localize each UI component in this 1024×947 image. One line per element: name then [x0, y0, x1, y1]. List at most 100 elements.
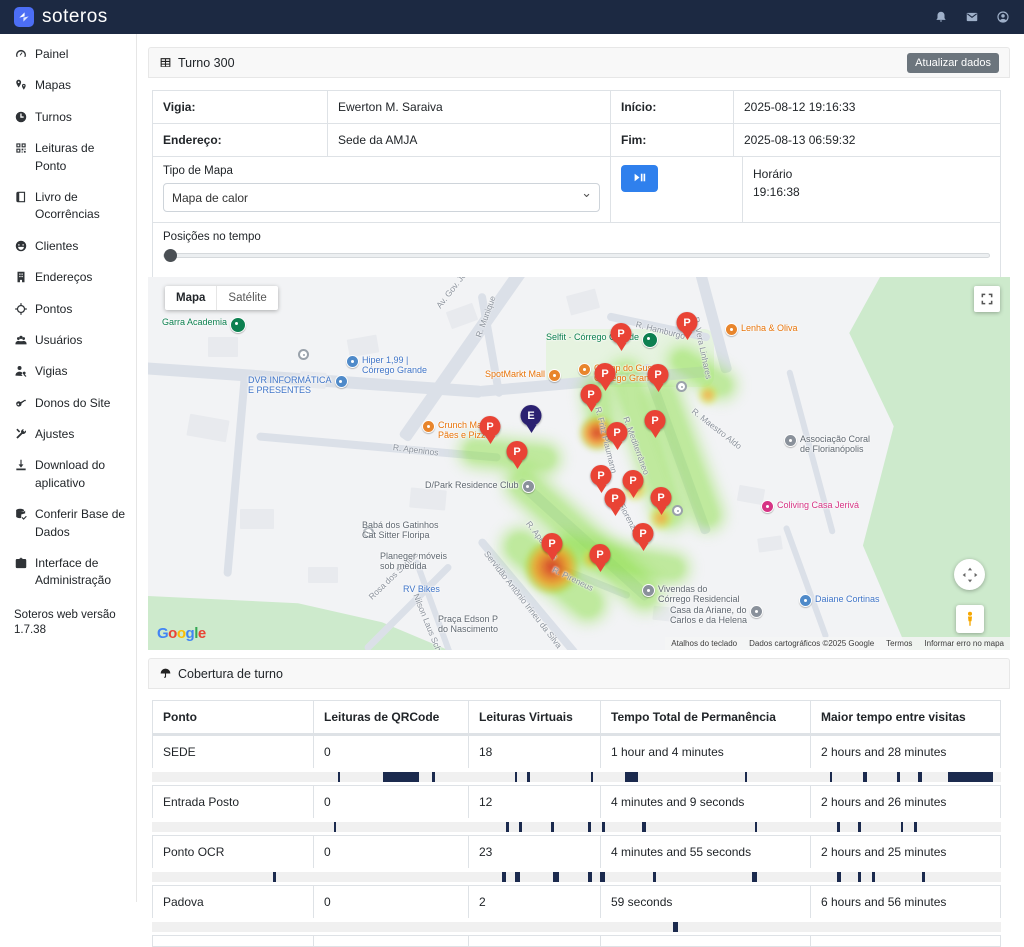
point-marker-pin[interactable]: P [605, 488, 626, 521]
poi-icon [761, 500, 774, 513]
map-poi-label[interactable]: Hiper 1,99 | Córrego Grande [346, 355, 427, 376]
sidebar-item-label: Endereços [35, 269, 92, 286]
sidebar-item-conferir[interactable]: Conferir Base de Dados [14, 506, 126, 541]
fullscreen-button[interactable] [974, 286, 1000, 312]
map-poi-label[interactable]: RV Bikes [403, 584, 440, 594]
tools-icon [14, 427, 28, 441]
satellite-button[interactable]: Satélite [216, 286, 277, 310]
notifications-bell-icon[interactable] [934, 10, 948, 24]
map-poi-label[interactable]: Lenha & Oliva [725, 323, 798, 336]
coverage-column-header: Maior tempo entre visitas [811, 701, 1000, 733]
sidebar-item-turnos[interactable]: Turnos [14, 109, 126, 126]
map-poi-label[interactable]: D/Park Residence Club [425, 480, 535, 493]
point-marker-pin[interactable]: P [507, 441, 528, 474]
pan-control[interactable] [954, 559, 985, 590]
map-poi-label[interactable]: Selfit · Córrego Grande [546, 332, 658, 348]
download-icon [14, 458, 28, 472]
map-poi-label[interactable]: Garra Academia [162, 317, 246, 333]
users-icon [14, 333, 28, 347]
point-marker-pin[interactable]: P [648, 364, 669, 397]
poi-icon [578, 363, 591, 376]
map-poi-label[interactable]: Babá dos Gatinhos Cat Sitter Floripa [362, 520, 439, 541]
play-pause-button[interactable] [621, 165, 658, 192]
coverage-cell: 12 [469, 786, 601, 818]
sidebar-item-download[interactable]: Download do aplicativo [14, 457, 126, 492]
book-icon [14, 190, 28, 204]
coverage-cell: 0 [314, 786, 469, 818]
point-marker-pin[interactable]: P [590, 544, 611, 577]
coverage-cell: 4 minutes and 55 seconds [601, 836, 811, 868]
poi-icon [784, 434, 797, 447]
sidebar-item-leituras[interactable]: Leituras de Ponto [14, 140, 126, 175]
poi-text: DVR INFORMÁTICA E PRESENTES [248, 375, 332, 396]
map-poi-label[interactable]: Praça Edson P do Nascimento [438, 614, 498, 635]
map-poi-label[interactable]: Planeger móveis sob medida [380, 551, 447, 572]
sidebar-item-interface[interactable]: Interface de Administração [14, 555, 126, 590]
map-attribution-link[interactable]: Atalhos do teclado [671, 639, 737, 648]
coverage-cell: 4 minutes and 9 seconds [601, 786, 811, 818]
poi-text: Daiane Cortinas [815, 594, 880, 604]
coverage-column-header: Leituras de QRCode [314, 701, 469, 733]
map-button[interactable]: Mapa [165, 286, 216, 310]
poi-icon [422, 420, 435, 433]
time-slider[interactable] [163, 249, 990, 262]
mail-icon[interactable] [965, 10, 979, 24]
poi-text: SpotMarkt Mall [485, 369, 545, 379]
sidebar-item-donos[interactable]: Donos do Site [14, 395, 126, 412]
gauge-icon [14, 47, 28, 61]
poi-icon [799, 594, 812, 607]
map-attribution: Atalhos do tecladoDados cartográficos ©2… [665, 637, 1010, 650]
sidebar-item-vigias[interactable]: Vigias [14, 363, 126, 380]
sidebar-item-mapas[interactable]: Mapas [14, 77, 126, 94]
point-marker-pin[interactable]: P [611, 323, 632, 356]
map-poi-label[interactable]: DVR INFORMÁTICA E PRESENTES [248, 375, 348, 396]
sidebar-item-pontos[interactable]: Pontos [14, 301, 126, 318]
map-poi-label[interactable]: Casa da Ariane, do Carlos e da Helena [670, 605, 763, 626]
smiley-icon [14, 239, 28, 253]
map-type-control: Mapa Satélite [165, 286, 278, 310]
map-type-select[interactable]: Mapa de calor [163, 183, 600, 212]
sidebar-item-label: Usuários [35, 332, 82, 349]
point-marker-pin[interactable]: P [633, 523, 654, 556]
sidebar-item-ajustes[interactable]: Ajustes [14, 426, 126, 443]
point-marker-pin[interactable]: P [581, 384, 602, 417]
coverage-cell: 0 [314, 836, 469, 868]
crosshair-icon [14, 302, 28, 316]
brand[interactable]: soteros [14, 6, 108, 28]
account-icon[interactable] [996, 10, 1010, 24]
map-poi-label[interactable]: SpotMarkt Mall [485, 369, 561, 382]
pegman-control[interactable] [956, 605, 984, 633]
sidebar-item-label: Interface de Administração [35, 555, 126, 590]
sidebar-item-painel[interactable]: Painel [14, 46, 126, 63]
map-poi-label[interactable]: Coliving Casa Jerivá [761, 500, 859, 513]
point-marker-pin[interactable]: P [607, 422, 628, 455]
inicio-value: 2025-08-12 19:16:33 [734, 91, 1000, 123]
sidebar-item-label: Pontos [35, 301, 72, 318]
refresh-data-button[interactable]: Atualizar dados [907, 53, 999, 73]
main-content: Turno 300 Atualizar dados Vigia: Ewerton… [137, 34, 1024, 902]
sidebar-item-label: Mapas [35, 77, 71, 94]
sidebar-item-enderecos[interactable]: Endereços [14, 269, 126, 286]
table-row: SEDE0181 hour and 4 minutes2 hours and 2… [152, 735, 1001, 768]
sidebar-item-label: Leituras de Ponto [35, 140, 126, 175]
coverage-header-row: PontoLeituras de QRCodeLeituras Virtuais… [152, 700, 1001, 735]
sidebar-item-livro[interactable]: Livro de Ocorrências [14, 189, 126, 224]
point-marker-pin[interactable]: P [651, 487, 672, 520]
map-poi-label[interactable]: Daiane Cortinas [799, 594, 880, 607]
qrcode-icon [14, 141, 28, 155]
point-marker-pin[interactable]: P [542, 533, 563, 566]
map-canvas[interactable]: Av. Gov. José BoabaidR. HamburgoR. Vera … [148, 277, 1010, 650]
map-poi-label[interactable]: Vivendas do Córrego Residencial [642, 584, 740, 605]
point-marker-pin[interactable]: P [623, 470, 644, 503]
point-marker-pin[interactable]: P [645, 410, 666, 443]
map-attribution-link[interactable]: Termos [886, 639, 912, 648]
vigia-value: Ewerton M. Saraiva [328, 91, 611, 123]
event-marker-pin[interactable]: E [521, 405, 542, 438]
sidebar-item-clientes[interactable]: Clientes [14, 238, 126, 255]
sidebar-item-usuarios[interactable]: Usuários [14, 332, 126, 349]
point-marker-pin[interactable]: P [677, 312, 698, 345]
point-marker-pin[interactable]: P [480, 416, 501, 449]
map-poi-label[interactable]: Associação Coral de Florianópolis [784, 434, 870, 455]
poi-icon [335, 375, 348, 388]
map-attribution-link[interactable]: Informar erro no mapa [924, 639, 1004, 648]
